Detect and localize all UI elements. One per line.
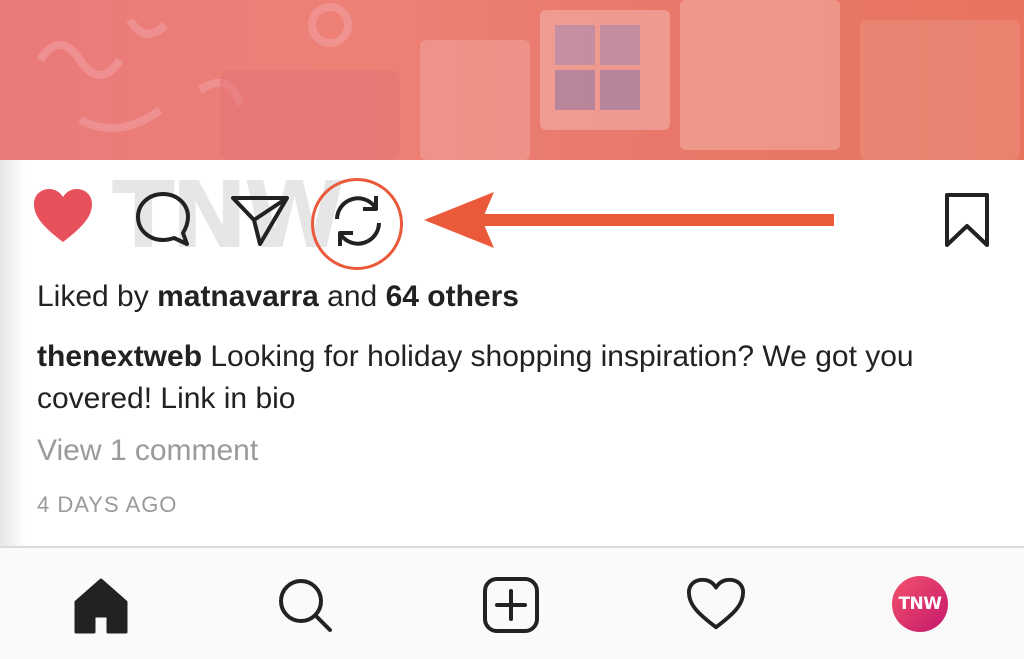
share-button[interactable] (230, 192, 290, 248)
post-image-art (36, 0, 1020, 160)
bookmark-icon (945, 193, 989, 247)
likes-prefix: Liked by (37, 280, 158, 313)
heart-outline-icon (686, 577, 746, 630)
post-caption: thenextweb Looking for holiday shopping … (37, 336, 997, 420)
post-timestamp: 4 DAYS AGO (37, 492, 178, 517)
likes-summary: Liked by matnavarra and 64 others (37, 280, 519, 314)
liked-by-others-link[interactable]: 64 others (386, 280, 519, 313)
nav-search-button[interactable] (276, 576, 334, 639)
plus-square-icon (483, 577, 539, 633)
nav-add-button[interactable] (482, 576, 540, 639)
view-comments-link[interactable]: View 1 comment (37, 434, 258, 468)
like-button[interactable] (32, 188, 94, 244)
nav-activity-button[interactable] (686, 576, 746, 637)
heart-filled-icon (34, 189, 92, 242)
caption-username[interactable]: thenextweb (37, 340, 202, 373)
avatar-logo-text: TNW (898, 594, 942, 614)
nav-profile-avatar[interactable]: TNW (892, 576, 948, 632)
bottom-nav: TNW (0, 546, 1024, 659)
save-button[interactable] (944, 192, 990, 248)
home-icon (74, 578, 128, 634)
post-image[interactable] (0, 0, 1024, 160)
annotation-arrow (424, 192, 834, 248)
highlight-circle (311, 178, 403, 270)
comment-button[interactable] (134, 190, 192, 248)
paper-plane-icon (231, 196, 289, 246)
likes-and: and (318, 280, 386, 313)
nav-home-button[interactable] (72, 576, 130, 639)
search-icon (279, 579, 332, 632)
comment-bubble-icon (136, 192, 190, 246)
liked-by-user-link[interactable]: matnavarra (157, 280, 319, 313)
